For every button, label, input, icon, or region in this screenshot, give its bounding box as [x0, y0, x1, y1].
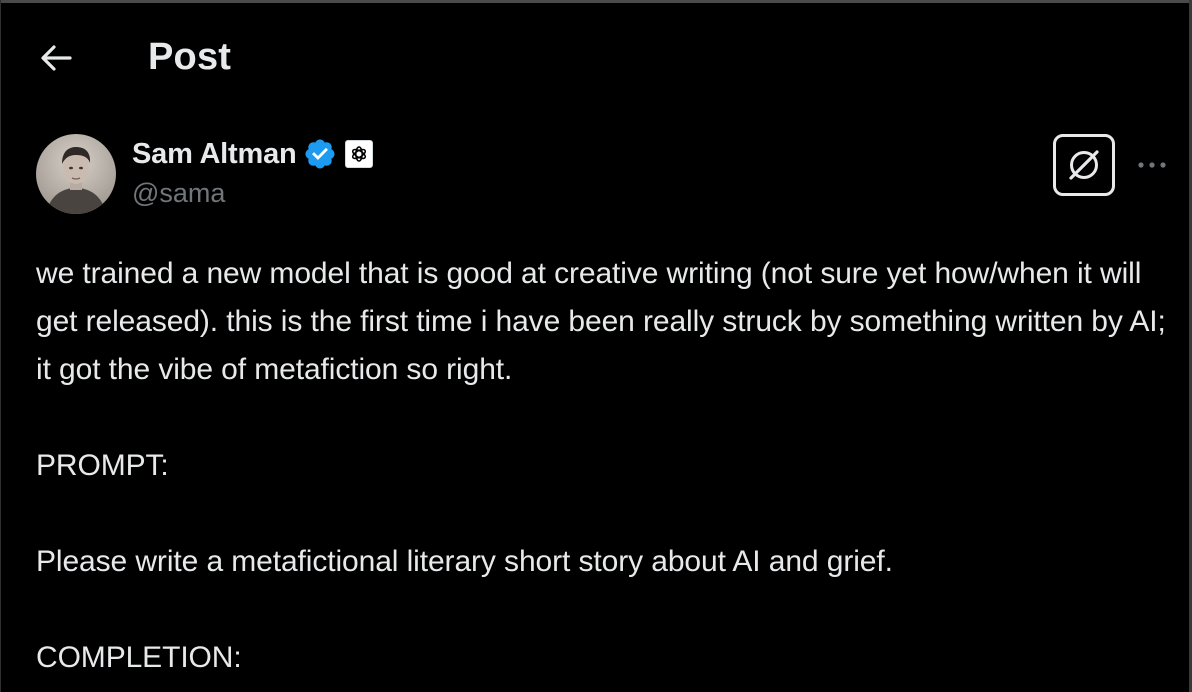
verified-badge-icon	[305, 139, 335, 169]
more-dots-icon	[1138, 162, 1166, 168]
post-paragraph: COMPLETION:	[36, 641, 242, 674]
post-paragraph: we trained a new model that is good at c…	[36, 257, 1174, 386]
post-text: we trained a new model that is good at c…	[36, 250, 1166, 682]
avatar-image	[36, 134, 116, 214]
post-paragraph: PROMPT:	[36, 449, 169, 482]
post-paragraph: Please write a metafictional literary sh…	[36, 545, 893, 578]
author-handle[interactable]: @sama	[132, 178, 225, 209]
openai-knot-icon	[351, 146, 366, 162]
back-button[interactable]	[36, 38, 76, 78]
post-header: Post	[0, 0, 1189, 118]
grok-button[interactable]	[1053, 134, 1115, 196]
author-name: Sam Altman	[132, 137, 297, 170]
more-options-button[interactable]	[1130, 148, 1174, 182]
avatar[interactable]	[36, 134, 116, 214]
openai-logo-icon[interactable]	[344, 140, 373, 168]
page-title: Post	[148, 36, 232, 78]
author-name-row[interactable]: Sam Altman	[132, 134, 373, 174]
arrow-left-icon	[41, 45, 72, 71]
grok-icon	[1069, 150, 1099, 180]
